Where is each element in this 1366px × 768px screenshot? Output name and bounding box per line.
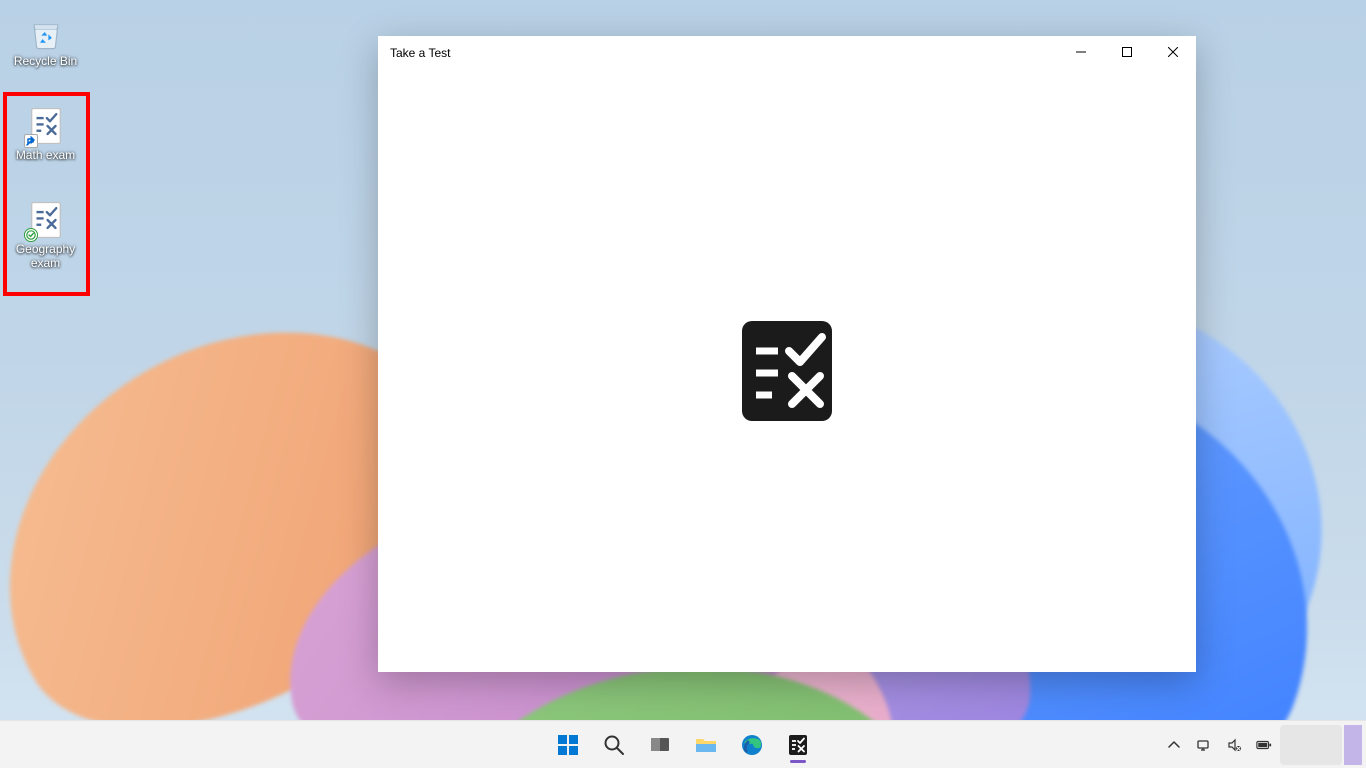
tray-network-button[interactable] (1190, 725, 1218, 765)
minimize-icon (1076, 47, 1086, 57)
battery-icon (1256, 737, 1272, 753)
chevron-up-icon (1166, 737, 1182, 753)
tray-datetime-area[interactable] (1280, 725, 1342, 765)
search-icon (602, 733, 626, 757)
taskbar-task-view-button[interactable] (640, 725, 680, 765)
network-icon (1196, 737, 1212, 753)
taskbar[interactable] (0, 720, 1366, 768)
window-close-button[interactable] (1150, 36, 1196, 68)
app-window-take-a-test[interactable]: Take a Test (378, 36, 1196, 672)
windows-start-icon (556, 733, 580, 757)
desktop[interactable]: Recycle Bin Math exam (0, 0, 1366, 768)
taskbar-file-explorer-button[interactable] (686, 725, 726, 765)
recycle-bin-icon (26, 12, 66, 52)
take-a-test-logo-icon (742, 321, 832, 421)
tray-volume-button[interactable] (1220, 725, 1248, 765)
taskbar-search-button[interactable] (594, 725, 634, 765)
window-minimize-button[interactable] (1058, 36, 1104, 68)
desktop-icon-label: Recycle Bin (14, 54, 77, 68)
volume-icon (1226, 737, 1242, 753)
desktop-icon-recycle-bin[interactable]: Recycle Bin (8, 8, 83, 74)
close-icon (1168, 47, 1178, 57)
window-body (378, 70, 1196, 672)
take-a-test-taskbar-icon (786, 733, 810, 757)
taskbar-start-button[interactable] (548, 725, 588, 765)
tray-battery-button[interactable] (1250, 725, 1278, 765)
edge-icon (740, 733, 764, 757)
maximize-icon (1122, 47, 1132, 57)
window-maximize-button[interactable] (1104, 36, 1150, 68)
annotation-highlight-box (3, 92, 90, 296)
taskbar-take-a-test-button[interactable] (778, 725, 818, 765)
window-titlebar[interactable]: Take a Test (378, 36, 1196, 70)
task-view-icon (648, 733, 672, 757)
tray-notifications-area[interactable] (1344, 725, 1362, 765)
tray-overflow-button[interactable] (1160, 725, 1188, 765)
taskbar-edge-button[interactable] (732, 725, 772, 765)
window-title: Take a Test (390, 46, 450, 60)
file-explorer-icon (694, 733, 718, 757)
